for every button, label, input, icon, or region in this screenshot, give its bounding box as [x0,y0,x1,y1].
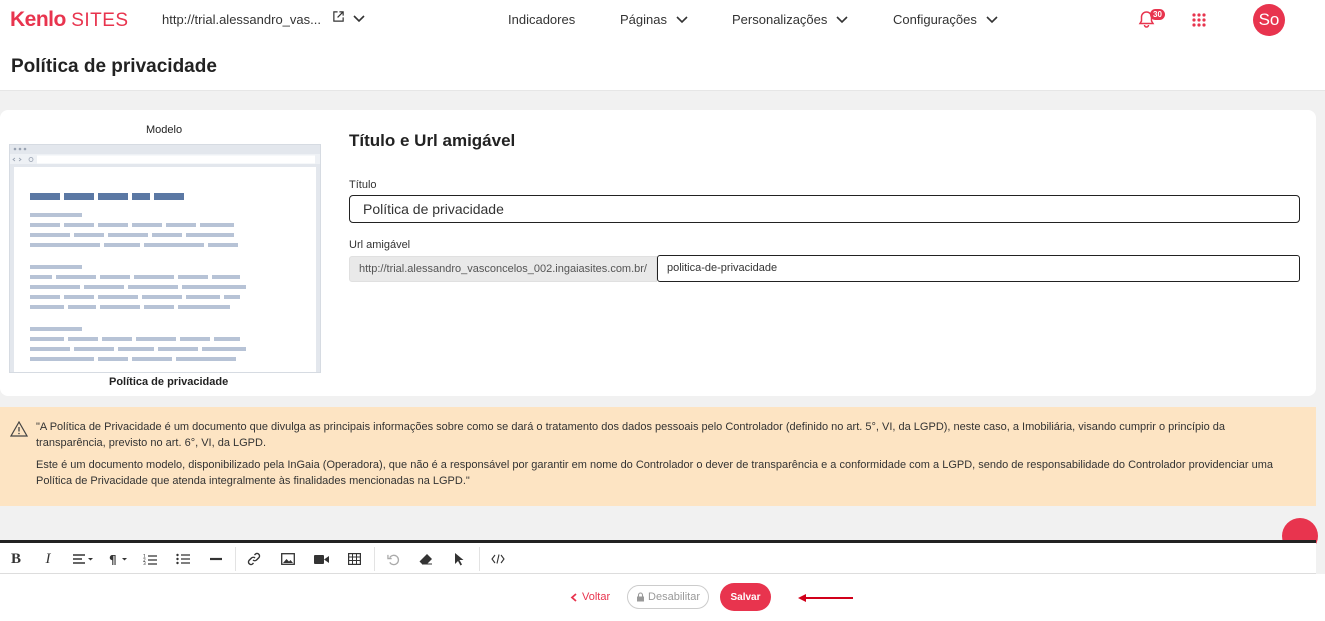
bold-button[interactable]: B [8,548,24,570]
undo-icon [386,554,399,565]
warning-paragraph: Este é um documento modelo, disponibiliz… [36,459,1274,487]
editor-toolbar: B I ¶ 123 [0,540,1316,574]
undo-button[interactable] [385,548,401,570]
apps-grid-icon[interactable] [1192,13,1206,32]
notification-badge: 30 [1150,9,1165,20]
svg-text:¶: ¶ [109,553,117,565]
action-bar: Voltar Desabilitar Salvar [0,574,1325,621]
nav-label: Configurações [893,12,977,27]
unordered-list-icon [176,553,190,565]
page-title: Política de privacidade [11,56,217,77]
title-label: Título [349,179,377,191]
warning-paragraph: "A Política de Privacidade é um document… [36,421,1225,449]
nav-label: Personalizações [732,12,828,27]
code-view-icon [491,554,505,564]
url-slug-input[interactable]: politica-de-privacidade [657,255,1300,282]
chevron-down-icon [836,15,848,23]
chevron-down-icon [676,15,688,23]
lock-icon [637,592,645,602]
cursor-icon [454,553,463,566]
table-button[interactable] [346,548,362,570]
nav-indicadores[interactable]: Indicadores [508,12,575,27]
privacy-warning: "A Política de Privacidade é um document… [0,407,1316,506]
align-icon [73,554,93,564]
save-button[interactable]: Salvar [720,583,771,611]
page-header: Política de privacidade [0,40,1325,91]
disable-label: Desabilitar [648,591,700,603]
nav-configuracoes[interactable]: Configurações [893,12,999,27]
table-icon [347,553,361,565]
document-lines-icon [30,193,246,361]
link-button[interactable] [246,548,262,570]
video-icon [313,554,329,564]
warning-triangle-icon [9,420,29,442]
nav-label: Indicadores [508,12,576,27]
title-input[interactable]: Política de privacidade [349,195,1300,223]
chevron-down-icon[interactable] [352,12,366,31]
back-label: Voltar [582,591,611,603]
image-icon [281,553,295,565]
logo-suffix: SITES [71,10,129,31]
nav-label: Páginas [620,12,667,27]
paragraph-button[interactable]: ¶ [107,548,131,570]
toolbar-separator [235,547,236,571]
link-icon [247,552,261,566]
video-button[interactable] [313,548,329,570]
italic-button[interactable]: I [40,548,56,570]
svg-text:3: 3 [143,561,146,565]
eraser-icon [419,554,432,565]
arrow-annotation-icon [797,590,855,608]
url-prefix: http://trial.alessandro_vasconcelos_002.… [349,256,657,282]
horizontal-rule-icon [210,557,222,561]
external-link-icon[interactable] [332,10,345,28]
thumbnail-page [14,167,316,372]
thumbnail-browser-bar [10,145,320,164]
select-button[interactable] [451,548,467,570]
align-button[interactable] [70,548,96,570]
ordered-list-button[interactable]: 123 [142,548,158,570]
chevron-down-icon [986,15,998,23]
clear-format-button[interactable] [418,548,434,570]
user-avatar[interactable]: So [1253,4,1285,36]
model-label: Modelo [146,124,183,136]
nav-personalizacoes[interactable]: Personalizações [732,12,849,27]
toolbar-separator [479,547,480,571]
browser-dots-icon [10,147,320,164]
page-settings-card: Modelo Política de privacidade Título e … [0,110,1316,396]
paragraph-icon: ¶ [109,553,127,565]
image-button[interactable] [280,548,296,570]
horizontal-rule-button[interactable] [208,548,224,570]
toolbar-separator [374,547,375,571]
site-url-link[interactable]: http://trial.alessandro_vas... [162,12,321,27]
template-thumbnail[interactable] [9,144,321,373]
back-button[interactable]: Voltar [570,591,610,603]
logo-main: Kenlo [10,8,66,31]
code-view-button[interactable] [489,548,507,570]
unordered-list-button[interactable] [175,548,191,570]
url-label: Url amigável [349,239,411,251]
section-title: Título e Url amigável [349,131,516,150]
chevron-left-icon [570,592,577,602]
nav-paginas[interactable]: Páginas [620,12,689,27]
ordered-list-icon: 123 [143,554,157,565]
template-name: Política de privacidade [109,376,229,388]
brand-logo[interactable]: Kenlo SITES [10,8,129,32]
disable-button[interactable]: Desabilitar [627,585,709,609]
top-navbar: Kenlo SITES http://trial.alessandro_vas.… [0,0,1325,40]
